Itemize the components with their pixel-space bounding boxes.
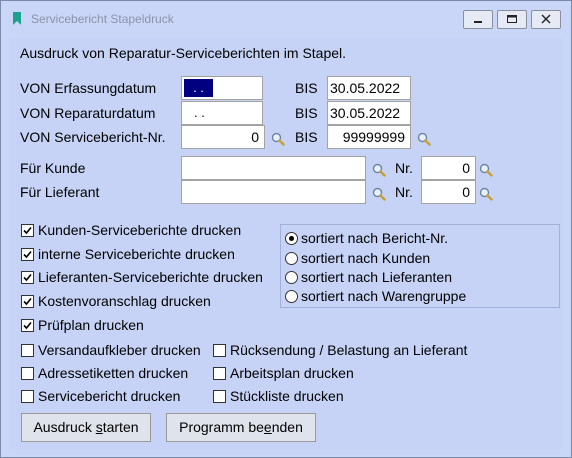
checkmark-icon [23,273,32,282]
reparatur-von-field[interactable]: . . [181,101,263,125]
restore-icon [507,15,517,23]
button-label: tarten [102,419,139,435]
checkbox-label: Kunden-Serviceberichte drucken [38,222,242,238]
checkbox-box[interactable] [213,367,226,380]
checkbox-label: Stückliste drucken [230,388,344,404]
checkbox-label: interne Serviceberichte drucken [38,246,235,262]
radio-sort-bericht[interactable] [285,232,298,245]
kunde-nr-field[interactable]: 0 [421,156,476,180]
radio-label[interactable]: sortiert nach Kunden [301,250,430,266]
checkbox-label: Versandaufkleber drucken [38,342,201,358]
checkbox-box[interactable] [21,367,34,380]
checkbox-label: Adressetiketten drucken [38,365,189,381]
minimize-icon [474,21,482,23]
erfassung-bis-label: BIS [295,80,318,96]
checkbox-box[interactable] [21,295,34,308]
checkbox-label: Prüfplan drucken [38,317,144,333]
checkbox-box[interactable] [21,319,34,332]
bookmark-icon [13,12,21,25]
lieferant-label: Für Lieferant [20,184,100,200]
radio-label[interactable]: sortiert nach Bericht-Nr. [301,230,448,246]
erfassung-von-field[interactable]: . . [181,76,263,100]
header-description: Ausdruck von Reparatur-Serviceberichten … [20,45,347,61]
window-title: Servicebericht Stapeldruck [31,12,174,26]
checkbox-box[interactable] [213,390,226,403]
magnifier-icon[interactable] [271,132,285,146]
radio-sort-kunden[interactable] [285,252,298,265]
button-label: nden [271,419,303,435]
end-program-button[interactable]: Programm beenden [166,413,316,442]
kunde-label: Für Kunde [20,160,86,176]
bericht-label: VON Servicebericht-Nr. [20,129,166,145]
button-accelerator: e [263,419,272,435]
bericht-bis-field[interactable]: 99999999 [327,125,411,149]
lieferant-nr-label: Nr. [395,184,413,200]
close-button[interactable] [531,10,561,29]
button-accelerator: s [95,419,103,435]
checkbox-label: Servicebericht drucken [38,388,181,404]
checkbox-label: Lieferanten-Serviceberichte drucken [38,269,263,285]
checkmark-icon [23,321,32,330]
lieferant-nr-field[interactable]: 0 [421,180,476,204]
checkbox-box[interactable] [21,224,34,237]
magnifier-icon[interactable] [372,163,386,177]
checkbox-label: Rücksendung / Belastung an Lieferant [230,342,468,358]
button-label: Ausdruck [33,419,96,435]
magnifier-icon[interactable] [417,132,431,146]
kunde-field[interactable] [181,156,366,180]
radio-sort-warengruppe[interactable] [285,290,298,303]
button-label: Programm be [179,419,264,435]
sort-radio-group: sortiert nach Bericht-Nr. sortiert nach … [280,224,560,308]
main-window: Servicebericht Stapeldruck Ausdruck von … [0,0,572,458]
checkmark-icon [23,226,32,235]
checkbox-box[interactable] [213,344,226,357]
reparatur-bis-label: BIS [295,105,318,121]
checkbox-label: Kostenvoranschlag drucken [38,293,211,309]
close-icon [541,14,551,24]
lieferant-field[interactable] [181,180,366,204]
title-bar[interactable]: Servicebericht Stapeldruck [1,1,571,38]
erfassung-bis-field[interactable]: 30.05.2022 [327,76,411,100]
checkbox-box[interactable] [21,390,34,403]
magnifier-icon[interactable] [479,187,493,201]
radio-selected-dot [289,236,294,241]
restore-button[interactable] [497,10,527,29]
checkbox-label: Arbeitsplan drucken [230,365,354,381]
kunde-nr-label: Nr. [395,160,413,176]
checkbox-box[interactable] [21,344,34,357]
selected-date-text: . . [184,79,213,97]
reparatur-label: VON Reparaturdatum [20,105,156,121]
start-print-button[interactable]: Ausdruck starten [21,413,151,442]
radio-sort-lieferanten[interactable] [285,271,298,284]
checkbox-box[interactable] [21,271,34,284]
checkmark-icon [23,297,32,306]
bericht-bis-label: BIS [295,129,318,145]
dialog-body: Ausdruck von Reparatur-Serviceberichten … [10,38,563,449]
bericht-von-field[interactable]: 0 [181,125,265,149]
radio-label[interactable]: sortiert nach Lieferanten [301,269,452,285]
magnifier-icon[interactable] [479,163,493,177]
minimize-button[interactable] [463,10,493,29]
erfassung-label: VON Erfassungdatum [20,80,157,96]
checkmark-icon [23,250,32,259]
checkbox-box[interactable] [21,248,34,261]
reparatur-bis-field[interactable]: 30.05.2022 [327,101,411,125]
radio-label[interactable]: sortiert nach Warengruppe [301,288,466,304]
magnifier-icon[interactable] [372,187,386,201]
